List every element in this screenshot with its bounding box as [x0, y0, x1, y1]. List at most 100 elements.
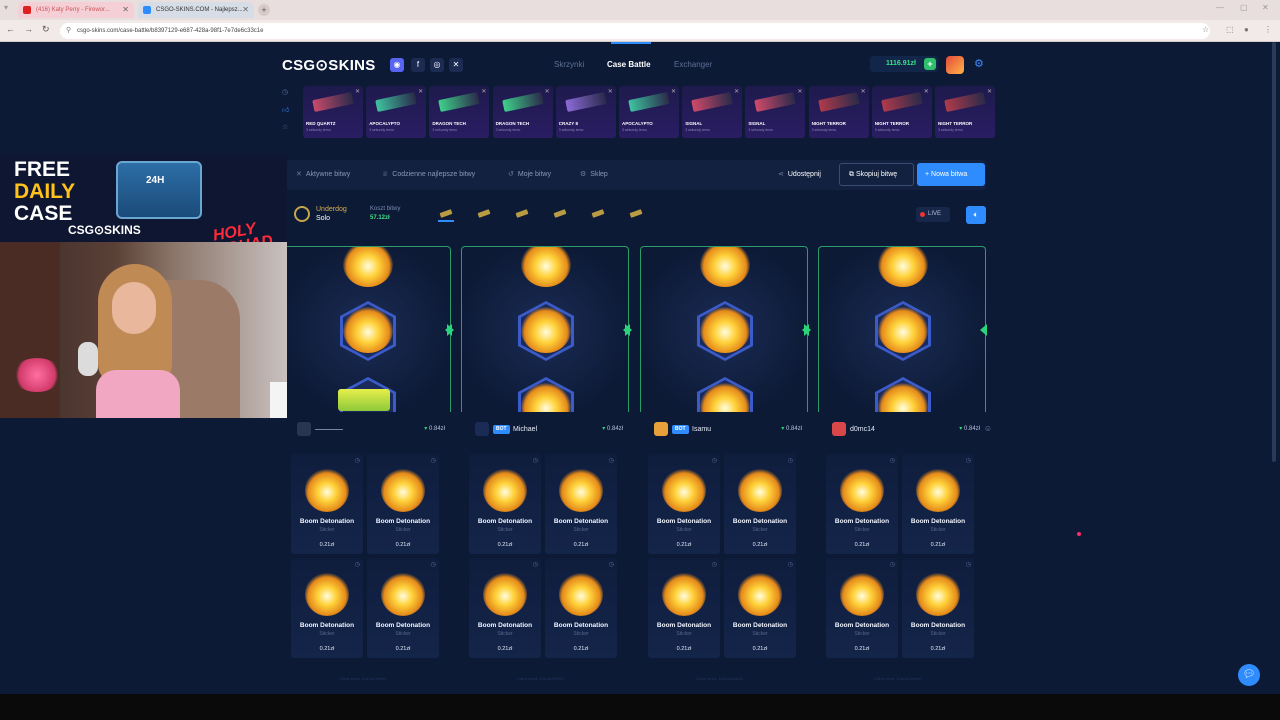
facebook-icon[interactable]: f: [411, 58, 425, 72]
close-icon[interactable]: ✕: [481, 88, 486, 95]
x-twitter-icon[interactable]: ✕: [449, 58, 463, 72]
nav-skrzynki[interactable]: Skrzynki: [554, 60, 584, 69]
tab-youtube[interactable]: (416) Katy Perry - Firewor... ✕: [18, 2, 134, 18]
profile-avatar[interactable]: ●: [1244, 25, 1249, 34]
close-icon[interactable]: ✕: [797, 88, 802, 95]
balance-badge[interactable]: 1116.91zł +: [870, 56, 938, 72]
emoji-icon[interactable]: ☺: [984, 424, 992, 433]
recent-drop-card[interactable]: ✕ APOCALYPTO 3 sekundy temu: [619, 86, 679, 138]
clock-icon[interactable]: ◷: [282, 88, 296, 96]
recent-drop-card[interactable]: ✕ RED QUARTZ 3 sekundy temu: [303, 86, 363, 138]
close-tab-icon[interactable]: ✕: [242, 2, 249, 18]
case-round-icon[interactable]: [590, 206, 606, 222]
new-battle-button[interactable]: + Nowa bitwa: [917, 163, 985, 186]
url-field[interactable]: ⚲ csgo-skins.com/case-battle/b8397129-e6…: [60, 23, 1210, 39]
case-round-icon[interactable]: [438, 206, 454, 222]
info-icon[interactable]: ◷: [431, 457, 436, 464]
recent-drop-card[interactable]: ✕ NIGHT TERROR 3 sekundy temu: [935, 86, 995, 138]
won-item-card[interactable]: ◷ Boom Detonation Sticker 0.21zł: [545, 558, 617, 658]
site-info-icon[interactable]: ⚲: [66, 23, 71, 39]
nav-exchanger[interactable]: Exchanger: [674, 60, 712, 69]
browser-menu-icon[interactable]: ⋮: [1264, 25, 1272, 34]
star-icon[interactable]: ☆: [282, 123, 296, 131]
thumb-up-icon[interactable]: 👍︎: [282, 105, 296, 114]
won-item-card[interactable]: ◷ Boom Detonation Sticker 0.21zł: [469, 558, 541, 658]
extensions-icon[interactable]: ⬚: [1226, 25, 1234, 34]
page-scrollbar[interactable]: [1272, 42, 1276, 462]
player-avatar[interactable]: [475, 422, 489, 436]
recent-drop-card[interactable]: ✕ CRAZY 8 3 sekundy temu: [555, 86, 616, 138]
minimize-icon[interactable]: —: [1216, 3, 1224, 12]
won-item-card[interactable]: ◷ Boom Detonation Sticker 0.21zł: [367, 454, 439, 554]
sound-toggle-icon[interactable]: 🔈︎: [966, 206, 986, 224]
settings-gear-icon[interactable]: ⚙: [974, 57, 984, 70]
info-icon[interactable]: ◷: [533, 561, 538, 568]
discord-icon[interactable]: ◉: [390, 58, 404, 72]
won-item-card[interactable]: ◷ Boom Detonation Sticker 0.21zł: [545, 454, 617, 554]
recent-drop-card[interactable]: ✕ NIGHT TERROR 3 sekundy temu: [808, 86, 869, 138]
close-icon[interactable]: ✕: [608, 88, 613, 95]
back-icon[interactable]: ←: [6, 24, 15, 34]
won-item-card[interactable]: ◷ Boom Detonation Sticker 0.21zł: [367, 558, 439, 658]
tab-csgoskins[interactable]: CSGO-SKINS.COM - Najlepsz... ✕: [138, 2, 254, 18]
won-item-card[interactable]: ◷ Boom Detonation Sticker 0.21zł: [469, 454, 541, 554]
daily-best-link[interactable]: ♕ Codzienne najlepsze bitwy: [382, 160, 475, 190]
recent-drop-card[interactable]: ✕ DRAGON TECH 3 sekundy temu: [429, 86, 490, 138]
won-item-card[interactable]: ◷ Boom Detonation Sticker 0.21zł: [291, 454, 363, 554]
recent-drop-card[interactable]: ✕ SIGNAL 3 sekundy temu: [745, 86, 806, 138]
case-round-icon[interactable]: [476, 206, 492, 222]
close-icon[interactable]: ✕: [671, 88, 676, 95]
player-avatar[interactable]: [832, 422, 846, 436]
user-avatar[interactable]: [946, 56, 964, 74]
info-icon[interactable]: ◷: [712, 457, 717, 464]
info-icon[interactable]: ◷: [609, 457, 614, 464]
info-icon[interactable]: ◷: [355, 457, 360, 464]
bookmark-star-icon[interactable]: ☆: [1202, 25, 1209, 34]
close-icon[interactable]: ✕: [861, 88, 866, 95]
won-item-card[interactable]: ◷ Boom Detonation Sticker 0.21zł: [648, 454, 720, 554]
info-icon[interactable]: ◷: [966, 457, 971, 464]
won-item-card[interactable]: ◷ Boom Detonation Sticker 0.21zł: [724, 558, 796, 658]
won-item-card[interactable]: ◷ Boom Detonation Sticker 0.21zł: [648, 558, 720, 658]
chat-bubble-icon[interactable]: 💬︎: [1238, 664, 1260, 686]
info-icon[interactable]: ◷: [890, 561, 895, 568]
info-icon[interactable]: ◷: [355, 561, 360, 568]
close-icon[interactable]: ✕: [924, 88, 929, 95]
info-icon[interactable]: ◷: [788, 457, 793, 464]
won-item-card[interactable]: ◷ Boom Detonation Sticker 0.21zł: [902, 454, 974, 554]
info-icon[interactable]: ◷: [609, 561, 614, 568]
share-button[interactable]: ⋖ Udostępnij: [778, 160, 821, 190]
won-item-card[interactable]: ◷ Boom Detonation Sticker 0.21zł: [291, 558, 363, 658]
recent-drop-card[interactable]: ✕ NIGHT TERROR 3 sekundy temu: [871, 86, 932, 138]
info-icon[interactable]: ◷: [788, 561, 793, 568]
close-tab-icon[interactable]: ✕: [122, 2, 129, 18]
recent-drop-card[interactable]: ✕ DRAGON TECH 3 sekundy temu: [492, 86, 553, 138]
reload-icon[interactable]: ↻: [42, 24, 50, 35]
info-icon[interactable]: ◷: [431, 561, 436, 568]
close-icon[interactable]: ✕: [545, 88, 550, 95]
won-item-card[interactable]: ◷ Boom Detonation Sticker 0.21zł: [826, 454, 898, 554]
my-battles-link[interactable]: ↺ Moje bitwy: [508, 160, 551, 190]
player-avatar[interactable]: [654, 422, 668, 436]
player-name[interactable]: d0mc14: [850, 425, 875, 434]
case-round-icon[interactable]: [552, 206, 568, 222]
won-item-card[interactable]: ◷ Boom Detonation Sticker 0.21zł: [902, 558, 974, 658]
player-name[interactable]: ————: [315, 425, 343, 434]
case-round-icon[interactable]: [514, 206, 530, 222]
info-icon[interactable]: ◷: [712, 561, 717, 568]
player-name[interactable]: Michael: [513, 425, 537, 434]
instagram-icon[interactable]: ◎: [430, 58, 444, 72]
close-icon[interactable]: ✕: [987, 88, 992, 95]
close-icon[interactable]: ✕: [734, 88, 739, 95]
info-icon[interactable]: ◷: [966, 561, 971, 568]
site-logo[interactable]: CSG⊙SKINS: [282, 56, 376, 74]
nav-case-battle[interactable]: Case Battle: [607, 60, 651, 69]
recent-drop-card[interactable]: ✕ APOCALYPTO 3 sekundy temu: [366, 86, 427, 138]
forward-icon[interactable]: →: [24, 24, 33, 34]
player-avatar[interactable]: [297, 422, 311, 436]
player-name[interactable]: Isamu: [692, 425, 711, 434]
recent-drop-card[interactable]: ✕ SIGNAL 3 sekundy temu: [682, 86, 743, 138]
active-battles-link[interactable]: ✕ Aktywne bitwy: [296, 160, 350, 190]
case-round-icon[interactable]: [628, 206, 644, 222]
maximize-icon[interactable]: ▢: [1240, 3, 1248, 12]
